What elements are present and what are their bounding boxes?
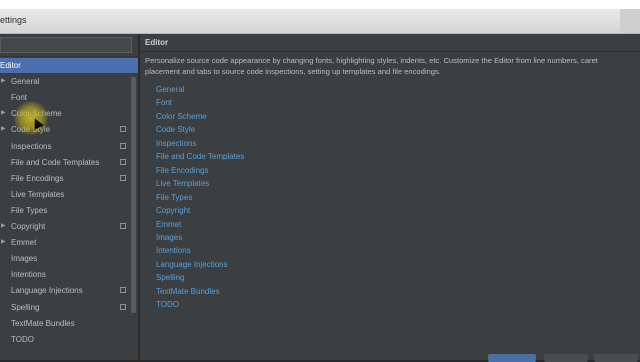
sidebar-item-label: Copyright <box>11 222 46 231</box>
link-code-style[interactable]: Code Style <box>156 124 195 136</box>
link-images[interactable]: Images <box>156 232 182 244</box>
sidebar-item-label: File Encodings <box>11 173 64 183</box>
sidebar-item-label: Editor <box>0 61 21 70</box>
titlebar-controls <box>620 9 640 33</box>
project-scope-icon <box>120 223 126 229</box>
link-file-types[interactable]: File Types <box>156 192 192 204</box>
sidebar-item-editor[interactable]: Editor <box>0 58 138 73</box>
cursor-highlight <box>14 101 48 135</box>
link-general[interactable]: General <box>156 84 184 96</box>
link-file-encodings[interactable]: File Encodings <box>156 165 208 177</box>
sidebar-item-spelling[interactable]: Spelling <box>0 300 138 315</box>
sidebar-item-emmet[interactable]: ▶ Emmet <box>0 235 138 250</box>
expand-arrow-icon[interactable]: ▶ <box>1 219 6 234</box>
sidebar-item-live-templates[interactable]: Live Templates <box>0 187 138 202</box>
sidebar-item-file-and-code-templates[interactable]: File and Code Templates <box>0 155 138 170</box>
link-spelling[interactable]: Spelling <box>156 272 184 284</box>
sidebar-item-label: Inspections <box>11 141 52 151</box>
sidebar-item-language-injections[interactable]: Language Injections <box>0 283 138 298</box>
ok-button[interactable] <box>488 354 536 362</box>
project-scope-icon <box>120 142 126 149</box>
link-todo[interactable]: TODO <box>156 299 179 311</box>
expand-arrow-icon[interactable]: ▶ <box>1 74 6 89</box>
breadcrumb: Editor <box>145 38 169 47</box>
sidebar-item-label: Spelling <box>11 302 40 312</box>
link-font[interactable]: Font <box>156 97 172 109</box>
sidebar-item-file-encodings[interactable]: File Encodings <box>0 171 138 186</box>
sidebar-item-label: Live Templates <box>11 189 65 199</box>
expand-arrow-icon[interactable]: ▶ <box>1 106 6 121</box>
project-scope-icon <box>120 303 126 310</box>
project-scope-icon <box>120 287 126 294</box>
link-file-and-code-templates[interactable]: File and Code Templates <box>156 151 244 163</box>
expand-arrow-icon[interactable]: ▶ <box>1 122 6 137</box>
sidebar-divider <box>0 56 138 57</box>
project-scope-icon <box>120 158 126 165</box>
sidebar-item-label: Language Injections <box>11 286 83 296</box>
sidebar-item-todo[interactable]: TODO <box>0 332 138 347</box>
link-inspections[interactable]: Inspections <box>156 138 196 150</box>
sidebar-item-label: File Types <box>11 205 48 215</box>
link-language-injections[interactable]: Language Injections <box>156 259 228 271</box>
link-intentions[interactable]: Intentions <box>156 245 191 257</box>
sidebar-item-label: Emmet <box>11 238 37 248</box>
sidebar-item-inspections[interactable]: Inspections <box>0 139 138 154</box>
expand-arrow-icon[interactable]: ▶ <box>1 235 6 250</box>
sidebar-item-textmate-bundles[interactable]: TextMate Bundles <box>0 316 138 331</box>
content-header: Editor <box>140 34 640 52</box>
sidebar-item-label: TextMate Bundles <box>11 318 75 328</box>
apply-button[interactable] <box>594 354 638 362</box>
sidebar-item-copyright[interactable]: ▶ Copyright <box>0 219 138 234</box>
sidebar-item-intentions[interactable]: Intentions <box>0 267 138 282</box>
sidebar-item-general[interactable]: ▶ General <box>0 74 138 89</box>
link-color-scheme[interactable]: Color Scheme <box>156 111 207 123</box>
project-scope-icon <box>120 126 126 133</box>
sidebar-item-label: TODO <box>11 334 34 344</box>
settings-content-panel: Editor Personalize source code appearanc… <box>140 34 640 360</box>
sidebar-item-file-types[interactable]: File Types <box>0 203 138 218</box>
settings-search-input[interactable] <box>0 37 132 53</box>
link-emmet[interactable]: Emmet <box>156 219 181 231</box>
sidebar-item-label: General <box>11 77 40 87</box>
settings-sidebar: Editor▶GeneralFont▶Color Scheme▶Code Sty… <box>0 34 138 360</box>
window-title: ettings <box>0 15 27 25</box>
sidebar-item-images[interactable]: Images <box>0 251 138 266</box>
sidebar-item-label: File and Code Templates <box>11 157 100 167</box>
link-copyright[interactable]: Copyright <box>156 205 190 217</box>
window-titlebar: ettings <box>0 9 640 34</box>
sidebar-item-label: Images <box>11 254 38 264</box>
sidebar-item-label: Intentions <box>11 270 46 280</box>
cancel-button[interactable] <box>544 354 588 362</box>
link-textmate-bundles[interactable]: TextMate Bundles <box>156 286 220 298</box>
project-scope-icon <box>120 174 126 181</box>
screen-top-edge <box>0 0 640 9</box>
link-live-templates[interactable]: Live Templates <box>156 178 209 190</box>
sidebar-scrollbar[interactable] <box>131 77 136 313</box>
section-description: Personalize source code appearance by ch… <box>145 56 598 76</box>
